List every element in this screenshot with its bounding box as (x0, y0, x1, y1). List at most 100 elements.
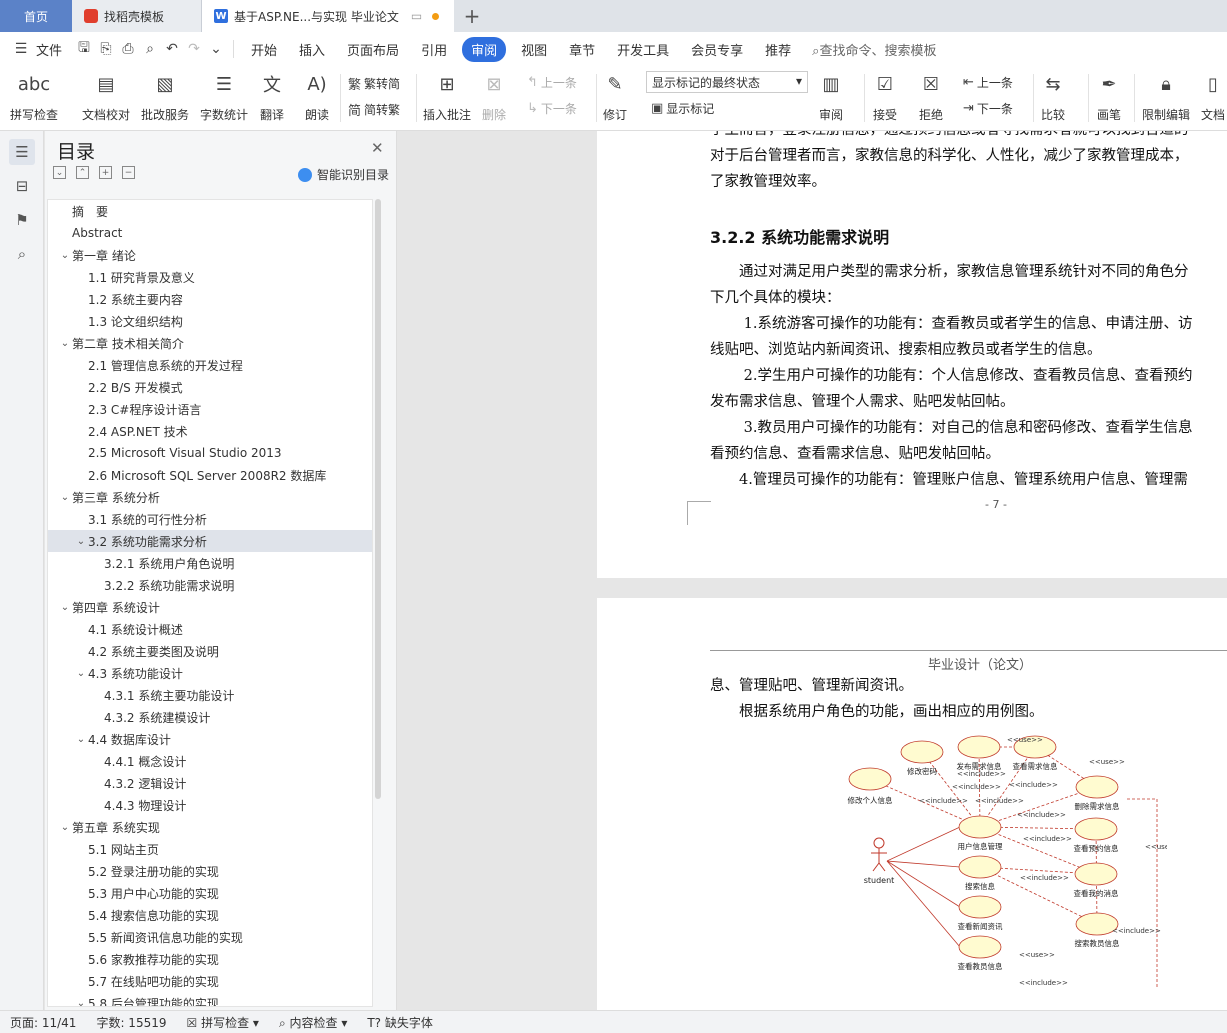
toc-item[interactable]: 2.3 C#程序设计语言 (48, 398, 372, 420)
toc-item[interactable]: 2.4 ASP.NET 技术 (48, 420, 372, 442)
toc-item[interactable]: 3.1 系统的可行性分析 (48, 508, 372, 530)
next-comment-button[interactable]: ↳ 下一条 (527, 100, 577, 117)
spell-check-status[interactable]: ☒ 拼写检查 ▾ (177, 1014, 269, 1031)
toc-icon[interactable]: ☰ (9, 139, 35, 165)
toc-item[interactable]: ⌄ 5.8 后台管理功能的实现 (48, 992, 372, 1007)
tab-document[interactable]: W 基于ASP.NE...与实现 毕业论文 ▭ (202, 0, 454, 32)
word-count-button[interactable]: ☰ 字数统计 (200, 70, 248, 123)
navigation-pane-icon[interactable]: ⊟ (9, 173, 35, 199)
command-search[interactable]: ⌕查找命令、搜索模板 (812, 40, 936, 59)
to-traditional-button[interactable]: 繁繁转简 (348, 74, 400, 93)
remove-heading-icon[interactable]: − (122, 166, 135, 179)
track-changes-button[interactable]: ✎ 修订 (602, 70, 628, 123)
toc-item[interactable]: ⌄ 第三章 系统分析 (48, 486, 372, 508)
display-state-select[interactable]: 显示标记的最终状态 ▾ (646, 71, 808, 93)
collapse-icon[interactable]: ⌃ (76, 166, 89, 179)
toc-item[interactable]: ⌄ 4.3 系统功能设计 (48, 662, 372, 684)
toc-item[interactable]: 2.5 Microsoft Visual Studio 2013 (48, 442, 372, 464)
toc-item[interactable]: 5.6 家教推荐功能的实现 (48, 948, 372, 970)
monitor-icon[interactable]: ▭ (411, 9, 422, 23)
search-icon[interactable]: ⌕ (9, 241, 35, 267)
read-aloud-button[interactable]: A) 朗读 (304, 70, 330, 123)
menu-tab[interactable]: 会员专享 (680, 40, 754, 59)
toc-item[interactable]: ⌄ 第五章 系统实现 (48, 816, 372, 838)
toc-item[interactable]: 5.2 登录注册功能的实现 (48, 860, 372, 882)
restrict-editing-button[interactable]: 🔒︎ 限制编辑 (1142, 70, 1190, 123)
toc-item[interactable]: ⌄ 4.4 数据库设计 (48, 728, 372, 750)
customize-dropdown-icon[interactable]: ⌄ (205, 38, 227, 60)
spell-check-button[interactable]: abc 拼写检查 (10, 70, 58, 123)
missing-font-status[interactable]: T? 缺失字体 (357, 1014, 443, 1031)
chevron-down-icon[interactable]: ⌄ (74, 998, 88, 1007)
toc-item[interactable]: ⌄ 第一章 绪论 (48, 244, 372, 266)
menu-tab[interactable]: 视图 (510, 40, 558, 59)
tab-template[interactable]: 找稻壳模板 (72, 0, 202, 32)
translate-button[interactable]: 文翻译 (259, 70, 285, 123)
toc-item[interactable]: 4.2 系统主要类图及说明 (48, 640, 372, 662)
toc-item[interactable]: 5.3 用户中心功能的实现 (48, 882, 372, 904)
toc-item[interactable]: 2.2 B/S 开发模式 (48, 376, 372, 398)
toc-item[interactable]: 4.4.3 物理设计 (48, 794, 372, 816)
next-change-button[interactable]: ⇥ 下一条 (963, 100, 1013, 117)
menu-tab[interactable]: 章节 (558, 40, 606, 59)
toc-item[interactable]: 4.3.2 系统建模设计 (48, 706, 372, 728)
review-pane-button[interactable]: ▥ 审阅 (818, 70, 844, 123)
toc-scrollbar[interactable] (375, 199, 381, 799)
menu-tab[interactable]: 插入 (288, 40, 336, 59)
toc-item[interactable]: 5.1 网站主页 (48, 838, 372, 860)
word-count-indicator[interactable]: 字数: 15519 (86, 1014, 176, 1031)
toc-item[interactable]: 5.5 新闻资讯信息功能的实现 (48, 926, 372, 948)
save-icon[interactable]: 🖫 (73, 38, 95, 60)
toc-item[interactable]: 3.2.2 系统功能需求说明 (48, 574, 372, 596)
toc-item[interactable]: 2.6 Microsoft SQL Server 2008R2 数据库 (48, 464, 372, 486)
menu-tab[interactable]: 开发工具 (606, 40, 680, 59)
toc-item[interactable]: 4.3.1 系统主要功能设计 (48, 684, 372, 706)
chevron-down-icon[interactable]: ⌄ (74, 536, 88, 547)
undo-icon[interactable]: ↶ (161, 38, 183, 60)
toc-item[interactable]: 2.1 管理信息系统的开发过程 (48, 354, 372, 376)
approve-service-button[interactable]: ▧ 批改服务 (141, 70, 189, 123)
show-marks-button[interactable]: ▣ 显示标记 (651, 100, 714, 117)
tab-home[interactable]: 首页 (0, 0, 72, 32)
toc-item[interactable]: 4.3.2 逻辑设计 (48, 772, 372, 794)
page-indicator[interactable]: 页面: 11/41 (0, 1014, 86, 1031)
menu-file[interactable]: 文件 (32, 40, 73, 59)
menu-tab[interactable]: 页面布局 (336, 40, 410, 59)
content-check-status[interactable]: ⌕ 内容检查 ▾ (269, 1014, 357, 1031)
chevron-down-icon[interactable]: ⌄ (74, 734, 88, 745)
prev-change-button[interactable]: ⇤ 上一条 (963, 74, 1013, 91)
reject-button[interactable]: ☒ 拒绝 (918, 70, 944, 123)
menu-tab[interactable]: 开始 (240, 40, 288, 59)
chevron-down-icon[interactable]: ⌄ (58, 338, 72, 349)
toc-item[interactable]: 1.1 研究背景及意义 (48, 266, 372, 288)
to-simplified-button[interactable]: 简简转繁 (348, 100, 400, 119)
chevron-down-icon[interactable]: ⌄ (58, 822, 72, 833)
toc-item[interactable]: 摘 要 (48, 200, 372, 222)
chevron-down-icon[interactable]: ⌄ (58, 492, 72, 503)
menu-tab[interactable]: 推荐 (754, 40, 802, 59)
new-tab-button[interactable]: + (454, 0, 490, 32)
doc-permission-button[interactable]: ▯ 文档 (1200, 70, 1226, 123)
toc-item[interactable]: 5.4 搜索信息功能的实现 (48, 904, 372, 926)
insert-comment-button[interactable]: ⊞ 插入批注 (423, 70, 471, 123)
prev-comment-button[interactable]: ↰ 上一条 (527, 74, 577, 91)
pen-button[interactable]: ✒ 画笔 (1096, 70, 1122, 123)
menu-tab[interactable]: 审阅 (462, 36, 507, 62)
expand-icon[interactable]: ⌄ (53, 166, 66, 179)
toc-item[interactable]: 4.1 系统设计概述 (48, 618, 372, 640)
toc-item[interactable]: ⌄ 第二章 技术相关简介 (48, 332, 372, 354)
redo-icon[interactable]: ↷ (183, 38, 205, 60)
toc-item[interactable]: 1.3 论文组织结构 (48, 310, 372, 332)
delete-comment-button[interactable]: ⊠ 删除 (481, 70, 507, 123)
smart-toc-button[interactable]: 智能识别目录 (298, 166, 389, 183)
hamburger-icon[interactable]: ☰ (10, 38, 32, 60)
toc-item[interactable]: 3.2.1 系统用户角色说明 (48, 552, 372, 574)
accept-button[interactable]: ☑ 接受 (872, 70, 898, 123)
print-icon[interactable]: ⎙ (117, 38, 139, 60)
chevron-down-icon[interactable]: ⌄ (74, 668, 88, 679)
toc-item[interactable]: 1.2 系统主要内容 (48, 288, 372, 310)
bookmark-icon[interactable]: ⚑ (9, 207, 35, 233)
toc-item[interactable]: ⌄ 第四章 系统设计 (48, 596, 372, 618)
export-icon[interactable]: ⎘ (95, 38, 117, 60)
toc-item[interactable]: ⌄ 3.2 系统功能需求分析 (48, 530, 372, 552)
